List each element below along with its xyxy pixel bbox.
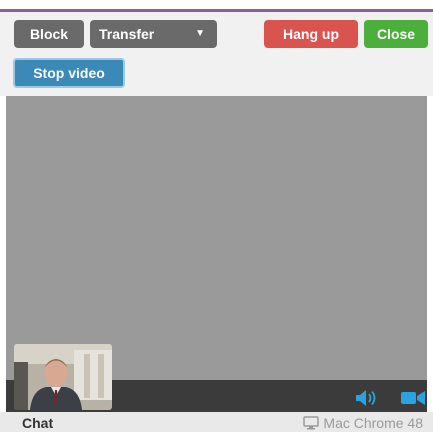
chat-tab[interactable]: Chat: [22, 415, 53, 431]
chevron-down-icon: ▼: [195, 28, 205, 39]
monitor-icon: [303, 416, 320, 430]
volume-icon[interactable]: [354, 388, 380, 408]
stop-video-button[interactable]: Stop video: [13, 58, 125, 88]
client-info: Mac Chrome 48: [303, 415, 423, 431]
top-accent-bar: [0, 0, 433, 12]
hang-up-button[interactable]: Hang up: [264, 20, 358, 48]
client-info-text: Mac Chrome 48: [323, 415, 423, 431]
camera-icon[interactable]: [400, 390, 426, 406]
close-button[interactable]: Close: [364, 20, 428, 48]
transfer-label: Transfer: [99, 26, 155, 42]
block-button[interactable]: Block: [14, 20, 84, 48]
transfer-dropdown-button[interactable]: Transfer ▼: [90, 20, 217, 48]
self-view-video: [14, 344, 112, 410]
